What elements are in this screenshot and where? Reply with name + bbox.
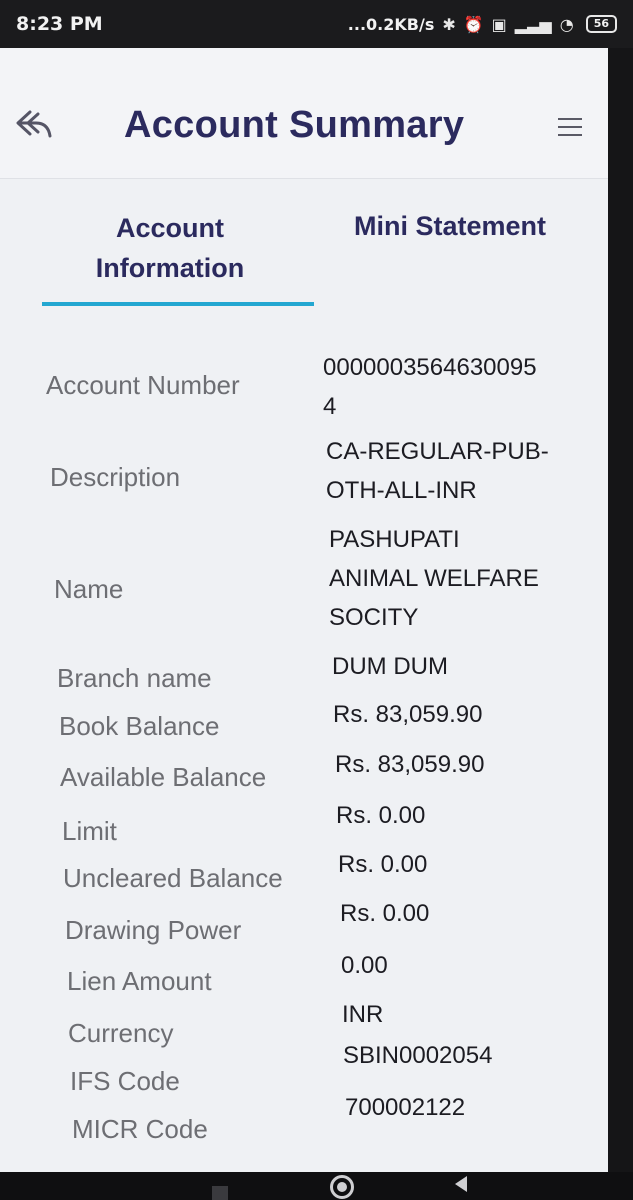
volte-icon: ▣ — [491, 14, 507, 34]
micr-code-value: 700002122 — [345, 1088, 465, 1127]
menu-icon-bar — [558, 126, 582, 128]
value-line: ANIMAL WELFARE — [329, 565, 539, 592]
page-title: Account Summary — [124, 104, 465, 146]
account-number-value: 0000003564630095 4 — [323, 348, 537, 426]
bluetooth-icon: ✱ — [442, 14, 456, 34]
value-line: 700002122 — [345, 1094, 466, 1121]
network-speed: ...0.2KB/s — [347, 14, 435, 34]
value-line: 0000003564630095 — [323, 354, 537, 381]
currency-value: INR — [342, 995, 383, 1034]
hamburger-menu-icon — [558, 118, 582, 120]
alarm-icon: ⏰ — [463, 14, 484, 34]
lien-amount-label: Lien Amount — [67, 966, 212, 996]
value-line: Rs. 0.00 — [336, 802, 426, 829]
status-bar: 8:23 PM ...0.2KB/s ✱ ⏰ ▣ ▂▃▅ ◔ 56 — [0, 0, 633, 48]
limit-value: Rs. 0.00 — [336, 796, 425, 835]
value-line: CA-REGULAR-PUB- — [326, 438, 549, 465]
ifs-code-label: IFS Code — [70, 1066, 180, 1096]
available-balance-value: Rs. 83,059.90 — [335, 745, 484, 784]
wifi-icon: ◔ — [559, 14, 574, 34]
home-icon[interactable] — [330, 1175, 354, 1199]
tab-label-line: Information — [95, 253, 245, 283]
battery-icon: 56 — [585, 15, 617, 33]
uncleared-balance-value: Rs. 0.00 — [338, 845, 427, 884]
app-screen: Account Summary Account Information Mini … — [0, 48, 608, 1172]
value-line: PASHUPATI — [329, 526, 460, 553]
value-line: 4 — [323, 393, 337, 420]
nav-back-icon[interactable] — [455, 1176, 467, 1192]
value-line: DUM DUM — [332, 653, 448, 680]
system-nav-bar — [0, 1172, 633, 1200]
value-line: Rs. 83,059.90 — [335, 751, 485, 778]
description-label: Description — [50, 462, 181, 492]
drawing-power-label: Drawing Power — [65, 915, 242, 945]
available-balance-label: Available Balance — [60, 762, 267, 792]
value-line: INR — [342, 1001, 384, 1028]
value-line: Rs. 83,059.90 — [333, 701, 483, 728]
currency-label: Currency — [68, 1018, 174, 1048]
limit-label: Limit — [62, 816, 117, 846]
ifs-code-value: SBIN0002054 — [343, 1036, 492, 1075]
description-value: CA-REGULAR-PUB- OTH-ALL-INR — [326, 432, 549, 510]
tab-selected-indicator — [42, 302, 314, 306]
value-line: SOCITY — [329, 604, 419, 631]
name-value: PASHUPATI ANIMAL WELFARE SOCITY — [329, 520, 539, 637]
micr-code-label: MICR Code — [72, 1114, 208, 1144]
drawing-power-value: Rs. 0.00 — [340, 894, 429, 933]
signal-icon: ▂▃▅ — [514, 14, 552, 34]
uncleared-balance-label: Uncleared Balance — [63, 863, 283, 893]
menu-icon-bar — [558, 134, 582, 136]
branch-name-label: Branch name — [57, 663, 212, 693]
app-bar: Account Summary — [0, 48, 608, 179]
name-label: Name — [54, 574, 124, 604]
tab-label-line: Account — [116, 213, 224, 243]
value-line: 0.00 — [341, 952, 388, 979]
account-number-label: Account Number — [46, 370, 240, 400]
value-line: Rs. 0.00 — [340, 900, 430, 927]
lien-amount-value: 0.00 — [341, 946, 388, 985]
menu-button[interactable] — [552, 112, 588, 142]
tab-mini-statement[interactable]: Mini Statement — [325, 206, 575, 246]
back-button[interactable] — [14, 106, 54, 142]
tab-account-information[interactable]: Account Information — [40, 208, 300, 288]
status-time: 8:23 PM — [16, 13, 103, 35]
value-line: SBIN0002054 — [343, 1042, 493, 1069]
status-right-group: ...0.2KB/s ✱ ⏰ ▣ ▂▃▅ ◔ 56 — [348, 15, 617, 34]
back-arrow-icon — [16, 110, 52, 138]
recents-icon[interactable] — [212, 1186, 228, 1200]
value-line: OTH-ALL-INR — [326, 477, 477, 504]
value-line: Rs. 0.00 — [338, 851, 428, 878]
book-balance-label: Book Balance — [59, 711, 220, 741]
branch-name-value: DUM DUM — [332, 647, 448, 686]
book-balance-value: Rs. 83,059.90 — [333, 695, 482, 734]
